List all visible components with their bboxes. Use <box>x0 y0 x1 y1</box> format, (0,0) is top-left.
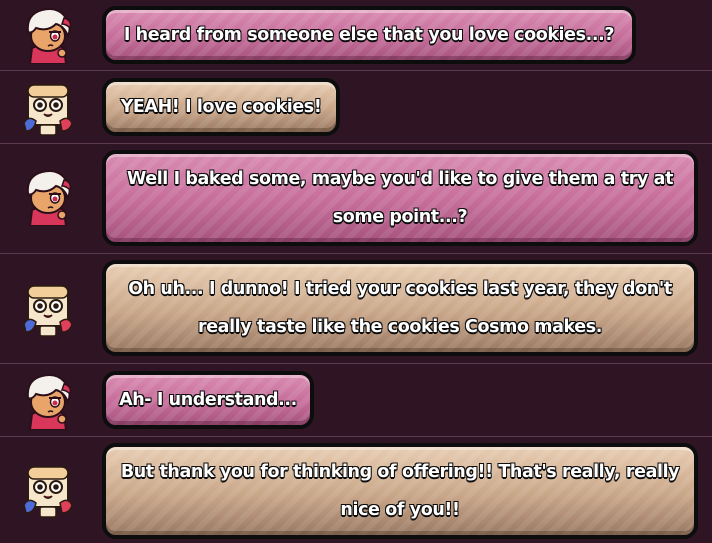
message-row: Ah- I understand... <box>0 364 712 436</box>
message-text: I heard from someone else that you love … <box>123 24 615 45</box>
message-text: Oh uh... I dunno! I tried your cookies l… <box>128 278 673 337</box>
white-haired-cookie-icon <box>18 370 78 430</box>
message-row: Well I baked some, maybe you'd like to g… <box>0 144 712 253</box>
message-row: I heard from someone else that you love … <box>0 0 712 70</box>
message-text: YEAH! I love cookies! <box>120 96 322 117</box>
message-bubble: I heard from someone else that you love … <box>102 6 636 64</box>
message-row: But thank you for thinking of offering!!… <box>0 437 712 543</box>
white-haired-cookie-icon <box>18 4 78 64</box>
white-haired-cookie-icon <box>18 166 78 226</box>
chat-log: I heard from someone else that you love … <box>0 0 712 543</box>
cream-puff-cookie-icon <box>18 77 78 137</box>
message-text: Ah- I understand... <box>119 389 298 410</box>
message-bubble: But thank you for thinking of offering!!… <box>102 443 698 539</box>
message-row: YEAH! I love cookies! <box>0 71 712 143</box>
message-bubble: Ah- I understand... <box>102 371 314 429</box>
message-bubble: Oh uh... I dunno! I tried your cookies l… <box>102 260 698 356</box>
message-bubble: YEAH! I love cookies! <box>102 78 340 136</box>
message-row: Oh uh... I dunno! I tried your cookies l… <box>0 254 712 363</box>
message-text: Well I baked some, maybe you'd like to g… <box>126 168 674 227</box>
message-bubble: Well I baked some, maybe you'd like to g… <box>102 150 698 246</box>
cream-puff-cookie-icon <box>18 278 78 338</box>
cream-puff-cookie-icon <box>18 459 78 519</box>
message-text: But thank you for thinking of offering!!… <box>120 461 680 520</box>
